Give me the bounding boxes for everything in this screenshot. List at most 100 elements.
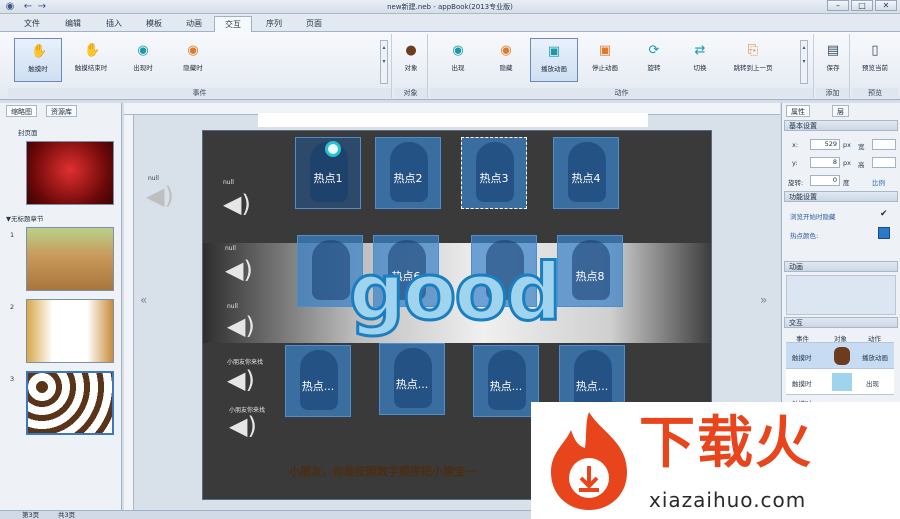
maximize-button[interactable]: □ (851, 0, 873, 11)
hotspot[interactable]: 热点... (379, 343, 445, 415)
speaker-icon[interactable]: ◀) (227, 311, 261, 341)
speaker-label: null (227, 303, 238, 310)
object-button[interactable]: ● 对象 (396, 38, 426, 82)
cover-thumbnail[interactable] (26, 141, 114, 205)
play-animation-icon: ▣ (547, 44, 561, 59)
speaker-icon[interactable]: ◀) (229, 411, 263, 441)
watermark: 下载火 xiazaihuo.com (531, 402, 900, 519)
vertical-ruler (124, 115, 134, 510)
title-bar: ◉ ← → new新建.neb - appBook(2013专业版) – □ ✕ (0, 0, 900, 14)
flame-logo-icon (551, 412, 627, 510)
hotspot-thumb-icon (832, 373, 852, 391)
tab-edit[interactable]: 编辑 (55, 16, 91, 32)
save-icon: ▤ (826, 43, 840, 58)
page-thumbnail-panel: 缩略图 资源库 封页面 ▼无标题章节 1 2 3 (0, 103, 122, 510)
watermark-text: 下载火 (639, 411, 813, 476)
hotspot[interactable]: 热点2 (375, 137, 441, 209)
page-prev-arrow-icon[interactable]: « (140, 293, 147, 307)
save-group-label: 添加 (816, 88, 849, 98)
tab-interaction[interactable]: 交互 (214, 16, 252, 32)
function-settings-header[interactable]: 功能设置 (784, 191, 898, 202)
basic-settings-header[interactable]: 基本设置 (784, 120, 898, 131)
eye-icon: ◉ (137, 43, 149, 58)
current-page: 第3页 (22, 511, 40, 519)
speaker-label: null (148, 175, 159, 182)
hotspot-selected[interactable]: 热点3 (461, 137, 527, 209)
speaker-icon[interactable]: ◀) (223, 189, 257, 219)
tab-file[interactable]: 文件 (14, 16, 50, 32)
hotspot[interactable]: 热点... (285, 345, 351, 417)
speaker-icon[interactable]: ◀) (227, 365, 261, 395)
tab-template[interactable]: 模板 (136, 16, 172, 32)
rotate-unit: 度 (843, 179, 850, 187)
rotate-label: 旋转: (788, 179, 804, 187)
close-button[interactable]: ✕ (875, 0, 897, 11)
page-next-arrow-icon[interactable]: » (760, 293, 767, 307)
canvas-top-strip (258, 113, 648, 127)
hotspot-color-swatch[interactable] (878, 227, 890, 239)
save-button[interactable]: ▤ 保存 (818, 38, 848, 82)
event-scroll[interactable]: ▴ ▾ (380, 40, 388, 84)
ratio-lock-link[interactable]: 比例 (872, 177, 885, 187)
touch-event-button[interactable]: ✋ 触摸时 (14, 38, 62, 82)
minimize-button[interactable]: – (827, 0, 849, 11)
tab-layers[interactable]: 层 (832, 105, 849, 117)
rotate-action-button[interactable]: ⟳ 旋转 (632, 38, 676, 82)
tab-thumbnails[interactable]: 缩略图 (6, 105, 37, 117)
tab-resources[interactable]: 资源库 (46, 105, 77, 117)
page-jump-icon: ⎘ (747, 43, 759, 58)
page-thumbnail-2[interactable] (26, 299, 114, 363)
eye-icon: ◉ (187, 43, 199, 58)
x-label: x: (792, 141, 799, 149)
action-group: ◉ 出现 ◉ 隐藏 ▣ 播放动画 ▣ 停止动画 ⟳ 旋转 ⇄ 切换 ⎘ 跳转到上一页 ▴ ▾ 动… (430, 34, 814, 98)
stop-animation-button[interactable]: ▣ 停止动画 (582, 38, 628, 82)
tab-page[interactable]: 页面 (296, 16, 332, 32)
y-field[interactable]: 8 (810, 157, 840, 168)
speaker-icon[interactable]: ◀) (146, 181, 180, 211)
hotspot[interactable]: 热点4 (553, 137, 619, 209)
x-field[interactable]: 529 (810, 139, 840, 150)
chapter-label[interactable]: ▼无标题章节 (6, 213, 44, 223)
appear-event-button[interactable]: ◉ 出现时 (120, 38, 166, 82)
hide-on-start-checkbox[interactable]: ✔ (880, 209, 888, 219)
switch-action-button[interactable]: ⇄ 切换 (678, 38, 722, 82)
target-marker-icon[interactable] (325, 141, 341, 157)
preview-group-label: 预览 (852, 88, 898, 98)
watermark-url: xiazaihuo.com (649, 488, 807, 512)
page-number: 2 (10, 303, 15, 311)
height-field[interactable] (872, 157, 896, 168)
action-scroll[interactable]: ▴ ▾ (800, 40, 808, 84)
preview-current-button[interactable]: ▯ 预览当前 (854, 38, 896, 82)
event-group-label: 事件 (8, 88, 391, 98)
interaction-row[interactable]: 触摸时 播放动画 (786, 343, 894, 369)
good-text-image[interactable]: good (348, 250, 567, 341)
speaker-label: null (223, 179, 234, 186)
width-field[interactable] (872, 139, 896, 150)
show-action-button[interactable]: ◉ 出现 (436, 38, 480, 82)
hide-event-button[interactable]: ◉ 隐藏时 (170, 38, 216, 82)
page-thumbnail-3[interactable] (26, 371, 114, 435)
hotspot-color-label: 热点颜色: (790, 232, 819, 240)
play-animation-button[interactable]: ▣ 播放动画 (530, 38, 578, 82)
tab-animation[interactable]: 动画 (176, 16, 212, 32)
speaker-label: null (225, 245, 236, 252)
interaction-row[interactable]: 触摸时 出现 (786, 369, 894, 395)
height-label: 高 (858, 161, 865, 169)
tab-properties[interactable]: 属性 (786, 105, 810, 117)
x-unit: px (843, 141, 851, 149)
tab-insert[interactable]: 插入 (96, 16, 132, 32)
hide-action-button[interactable]: ◉ 隐藏 (484, 38, 528, 82)
tab-sequence[interactable]: 序列 (256, 16, 292, 32)
object-group-label: 对象 (394, 88, 427, 98)
goto-previous-page-button[interactable]: ⎘ 跳转到上一页 (724, 38, 782, 82)
animation-section-header[interactable]: 动画 (784, 261, 898, 272)
rotate-field[interactable]: 0 (810, 175, 840, 186)
interaction-section-header[interactable]: 交互 (784, 317, 898, 328)
stop-animation-icon: ▣ (598, 43, 612, 58)
touch-end-event-button[interactable]: ✋ 触摸结束时 (66, 38, 116, 82)
page-thumbnail-1[interactable] (26, 227, 114, 291)
object-group: ● 对象 对象 (394, 34, 428, 98)
hotspot[interactable]: 热点... (473, 345, 539, 417)
speaker-icon[interactable]: ◀) (225, 255, 259, 285)
eye-icon: ◉ (500, 43, 512, 58)
